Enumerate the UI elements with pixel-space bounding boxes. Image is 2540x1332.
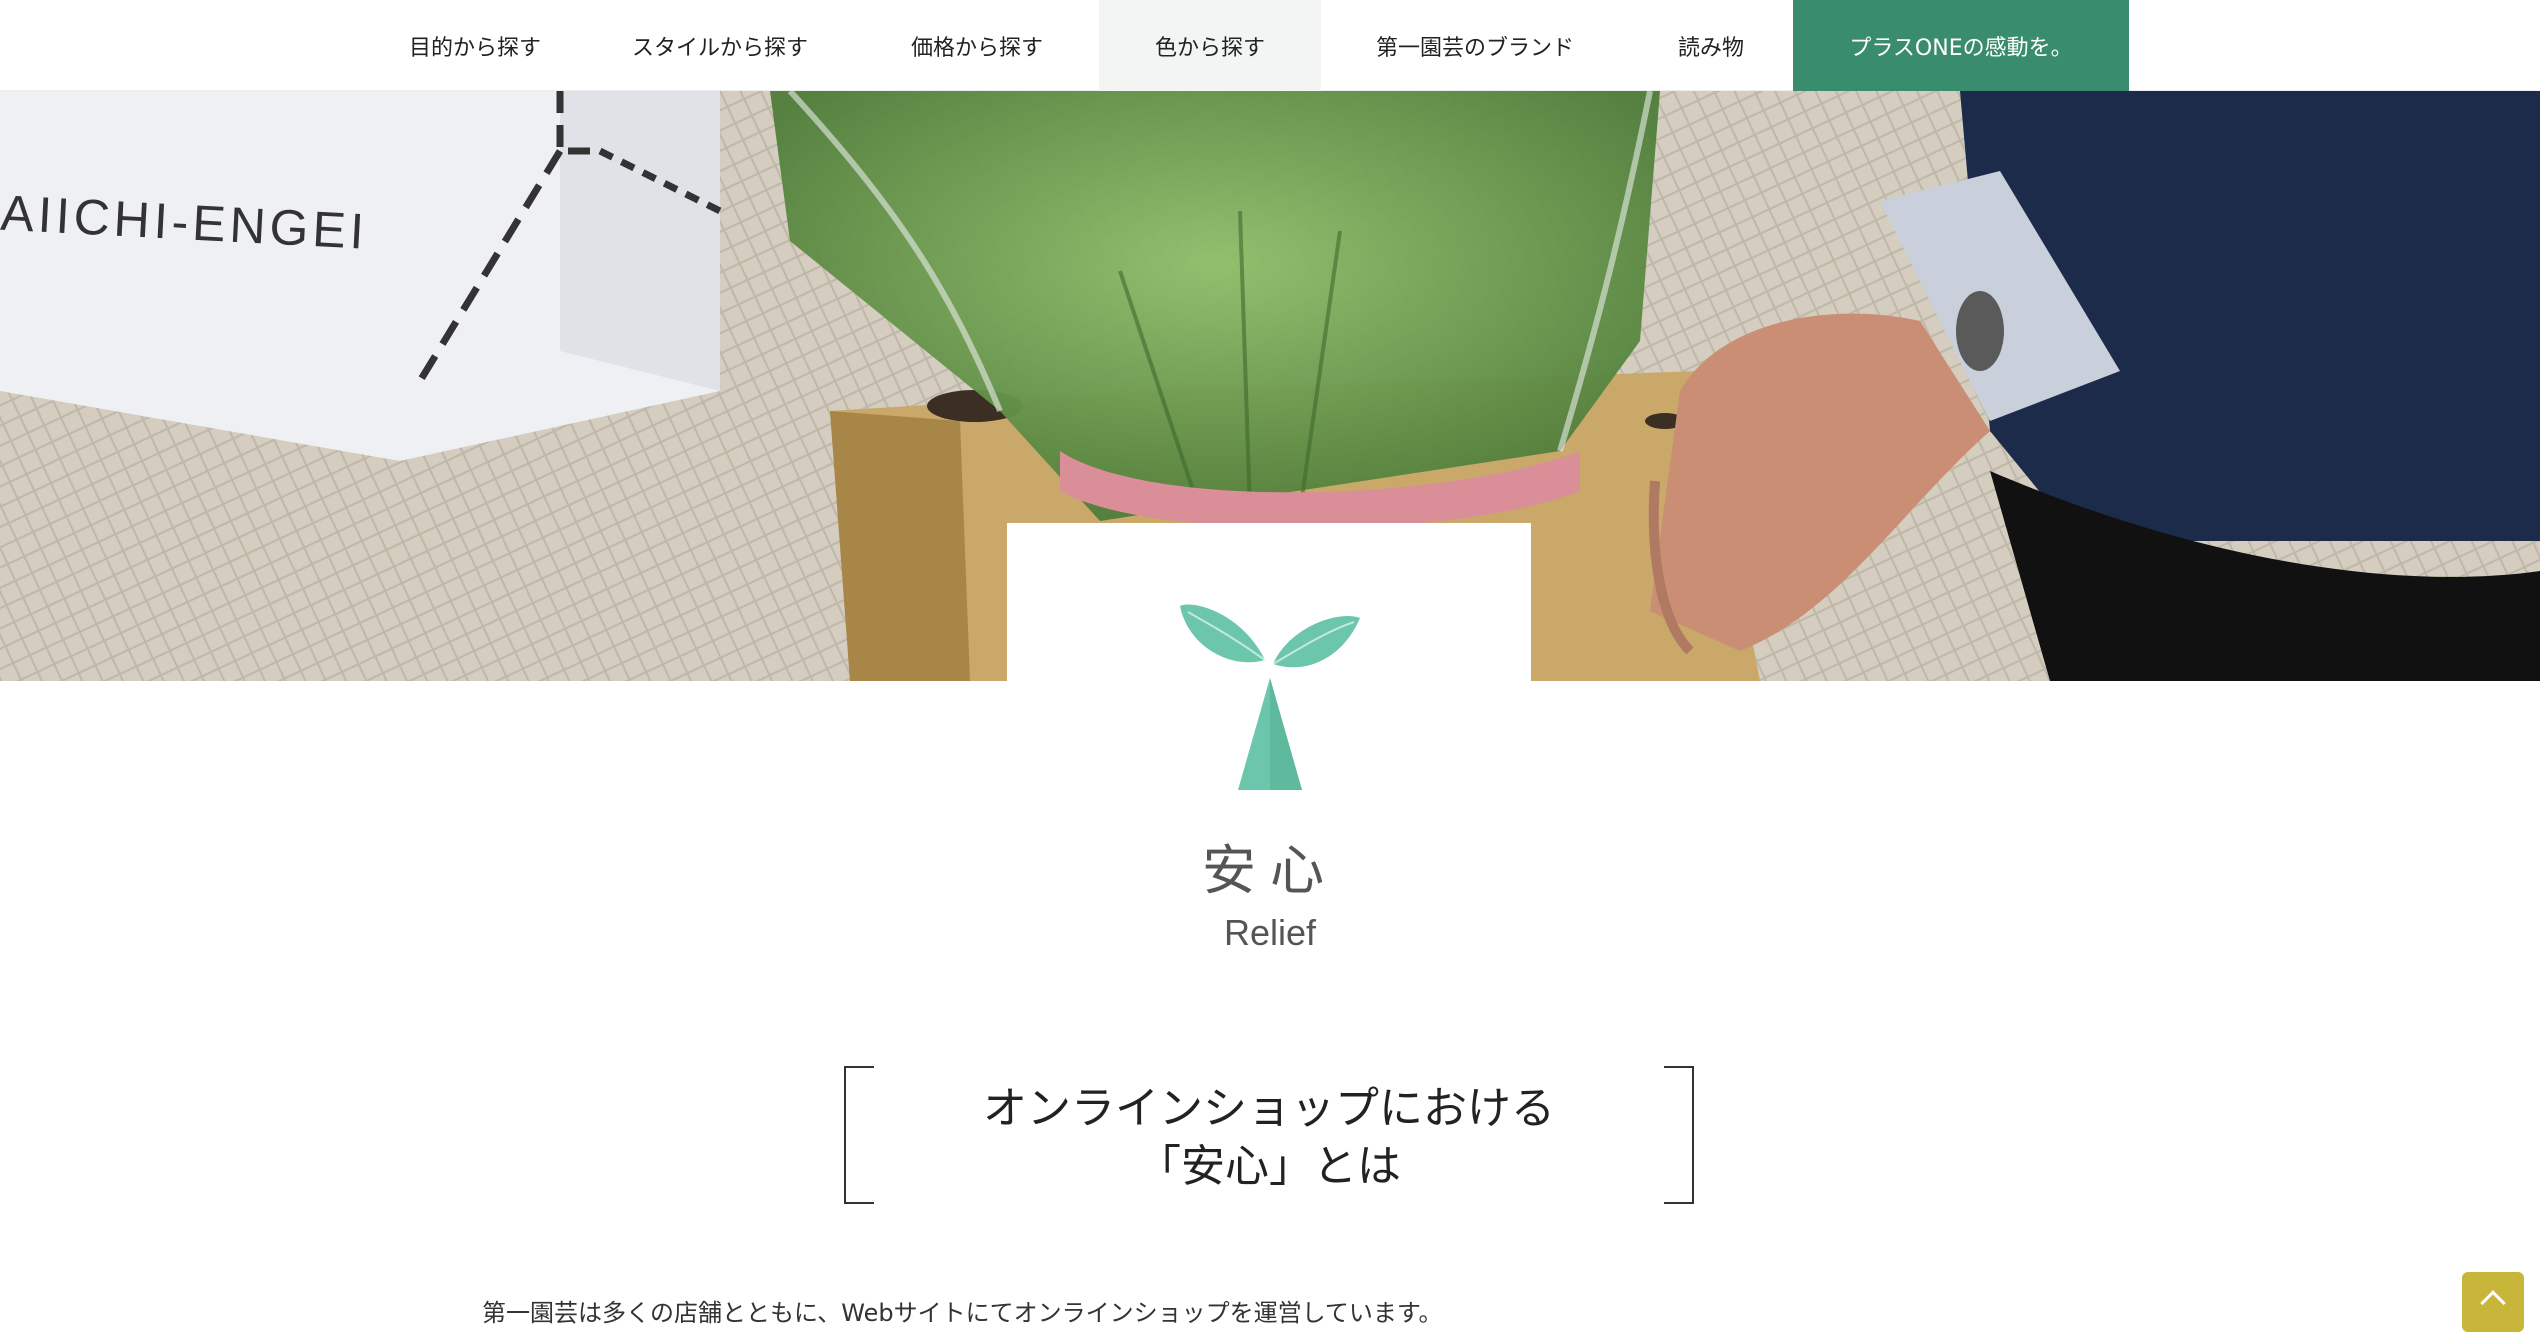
section-title-ja: 安心: [1202, 839, 1338, 902]
section-heading-box: オンラインショップにおける 「安心」とは: [844, 1066, 1694, 1204]
heading-line-1: オンラインショップにおける: [983, 1083, 1555, 1134]
section-heading: オンラインショップにおける 「安心」とは: [844, 1080, 1694, 1196]
chevron-up-icon: [2480, 1290, 2506, 1316]
nav-item-reading[interactable]: 読み物: [1629, 0, 1793, 91]
nav-items: 目的から探す スタイルから探す 価格から探す 色から探す 第一園芸のブランド 読…: [365, 0, 2129, 91]
section-title-en: Relief: [1223, 912, 1317, 953]
nav-item-plus-one[interactable]: プラスONEの感動を。: [1793, 0, 2129, 91]
section-body-text: 第一園芸は多くの店舗とともに、Webサイトにてオンラインショップを運営しています…: [482, 1299, 1443, 1327]
nav-item-purpose[interactable]: 目的から探す: [365, 0, 585, 91]
back-to-top-button[interactable]: [2462, 1272, 2524, 1332]
heading-line-2: 「安心」とは: [1137, 1141, 1401, 1192]
nav-item-style[interactable]: スタイルから探す: [585, 0, 855, 91]
nav-item-price[interactable]: 価格から探す: [855, 0, 1099, 91]
nav-item-brands[interactable]: 第一園芸のブランド: [1321, 0, 1629, 91]
main-navigation: 目的から探す スタイルから探す 価格から探す 色から探す 第一園芸のブランド 読…: [0, 0, 2540, 91]
nav-item-color[interactable]: 色から探す: [1099, 0, 1321, 91]
sprout-icon: [1170, 590, 1370, 804]
